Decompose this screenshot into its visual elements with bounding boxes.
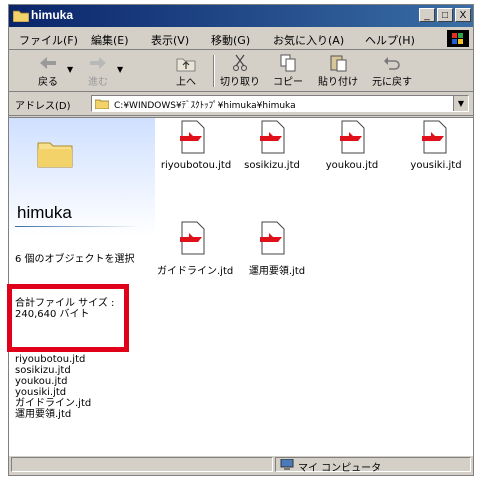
folder-icon xyxy=(95,99,109,109)
status-cell xyxy=(11,457,273,472)
toolbar-separator xyxy=(213,55,215,87)
paste-icon xyxy=(330,55,347,72)
cut-label: 切り取り xyxy=(220,77,260,88)
windows-logo-icon xyxy=(447,30,469,47)
undo-button[interactable]: 元に戻す xyxy=(371,53,413,89)
forward-dropdown-icon[interactable]: ▼ xyxy=(117,65,123,74)
menu-file[interactable]: ファイル(F) xyxy=(19,32,78,48)
copy-button[interactable]: コピー xyxy=(267,53,309,89)
highlight-annotation xyxy=(7,284,129,352)
address-path: C:¥WINDOWS¥ﾃﾞｽｸﾄｯﾌﾟ¥himuka¥himuka xyxy=(114,101,296,111)
file-label: riyoubotou.jtd xyxy=(160,160,232,171)
menu-go[interactable]: 移動(G) xyxy=(211,32,250,48)
selected-files-list: riyoubotou.jtd sosikizu.jtd youkou.jtd y… xyxy=(15,354,91,420)
document-icon xyxy=(422,120,447,154)
paste-label: 貼り付け xyxy=(318,77,358,88)
menu-favorites[interactable]: お気に入り(A) xyxy=(273,32,344,48)
status-zone: マイ コンピュータ xyxy=(275,457,471,474)
undo-icon xyxy=(384,57,400,70)
undo-label: 元に戻す xyxy=(372,77,412,88)
list-item: yousiki.jtd xyxy=(15,387,67,398)
back-arrow-icon xyxy=(40,57,56,69)
up-folder-icon xyxy=(176,58,196,72)
address-label: アドレス(D) xyxy=(15,101,71,112)
menu-bar: ファイル(F) 編集(E) 表示(V) 移動(G) お気に入り(A) ヘルプ(H… xyxy=(9,29,473,50)
document-icon xyxy=(180,120,205,154)
close-button[interactable]: X xyxy=(455,8,471,22)
title-bar[interactable]: himuka _ □ X xyxy=(9,5,473,27)
file-label: 運用要領.jtd xyxy=(248,266,306,277)
folder-icon xyxy=(13,10,29,22)
up-button[interactable]: 上へ xyxy=(165,53,207,89)
paste-button[interactable]: 貼り付け xyxy=(317,53,359,89)
address-bar: アドレス(D) C:¥WINDOWS¥ﾃﾞｽｸﾄｯﾌﾟ¥himuka¥himuk… xyxy=(9,93,473,116)
divider xyxy=(15,226,143,227)
selection-count: 6 個のオブジェクトを選択 xyxy=(15,254,135,265)
file-label: yousiki.jtd xyxy=(410,160,462,171)
explorer-window: himuka _ □ X ファイル(F) 編集(E) 表示(V) 移動(G) お… xyxy=(8,4,474,476)
document-icon xyxy=(340,120,365,154)
copy-label: コピー xyxy=(273,77,303,88)
menu-help[interactable]: ヘルプ(H) xyxy=(365,32,415,48)
list-item: sosikizu.jtd xyxy=(15,365,71,376)
file-label: ガイドライン.jtd xyxy=(157,266,234,277)
toolbar: 戻る ▼ 進む ▼ 上へ 切り取り コピー 貼り付け 元に戻す xyxy=(9,51,473,92)
status-bar: マイ コンピュータ xyxy=(9,454,473,475)
forward-arrow-icon xyxy=(90,57,106,69)
folder-icon xyxy=(37,142,73,168)
list-item: 運用要領.jtd xyxy=(15,409,72,420)
document-icon xyxy=(260,120,285,154)
document-icon xyxy=(260,221,285,255)
window-title: himuka xyxy=(31,8,74,22)
up-label: 上へ xyxy=(176,77,196,88)
document-icon xyxy=(180,221,205,255)
file-label: youkou.jtd xyxy=(325,160,379,171)
maximize-button[interactable]: □ xyxy=(437,8,453,22)
back-label: 戻る xyxy=(38,77,58,88)
back-button[interactable]: 戻る xyxy=(27,53,69,89)
file-label: sosikizu.jtd xyxy=(244,160,300,171)
menu-view[interactable]: 表示(V) xyxy=(151,32,189,48)
list-item: youkou.jtd xyxy=(15,376,68,387)
address-input[interactable]: C:¥WINDOWS¥ﾃﾞｽｸﾄｯﾌﾟ¥himuka¥himuka ▼ xyxy=(91,95,469,112)
minimize-button[interactable]: _ xyxy=(419,8,435,22)
list-item: ガイドライン.jtd xyxy=(15,398,92,409)
cut-button[interactable]: 切り取り xyxy=(219,53,261,89)
status-text: マイ コンピュータ xyxy=(298,463,382,474)
forward-label: 進む xyxy=(88,77,108,88)
list-item: riyoubotou.jtd xyxy=(15,354,86,365)
address-dropdown-icon[interactable]: ▼ xyxy=(453,96,468,111)
menu-edit[interactable]: 編集(E) xyxy=(91,32,129,48)
scissors-icon xyxy=(233,54,247,71)
folder-title: himuka xyxy=(17,203,72,222)
forward-button[interactable]: 進む xyxy=(77,53,119,89)
back-dropdown-icon[interactable]: ▼ xyxy=(67,65,73,74)
copy-icon xyxy=(280,54,296,72)
computer-icon xyxy=(280,459,294,470)
